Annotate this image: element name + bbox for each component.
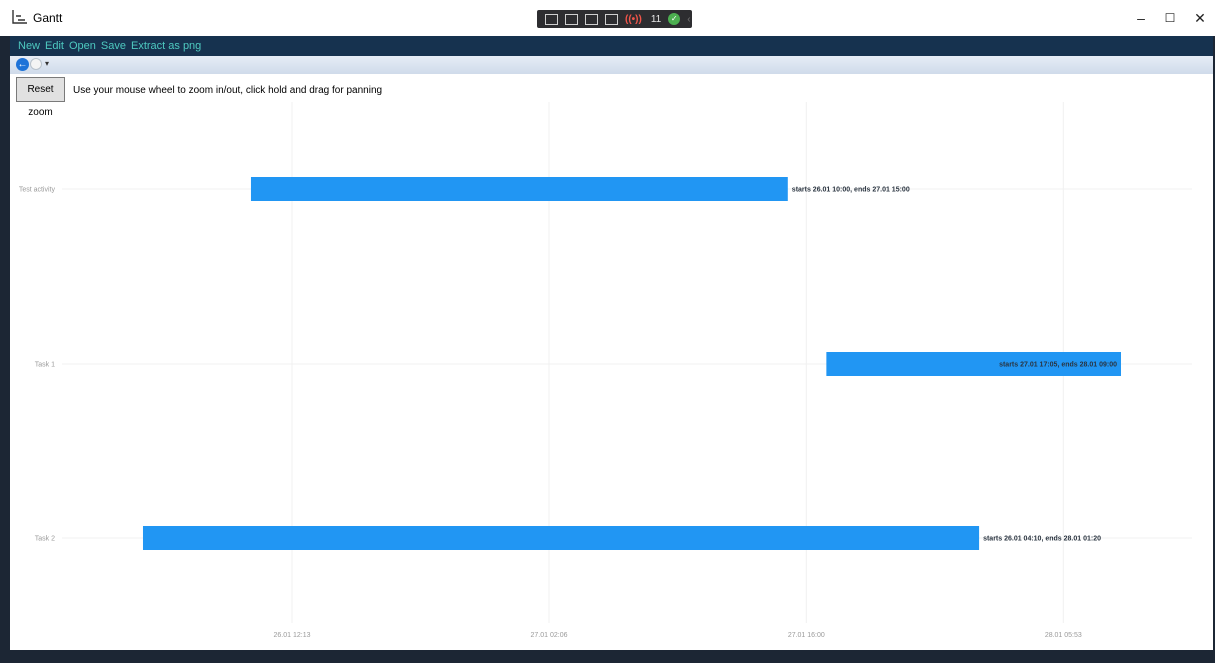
- menu-edit[interactable]: Edit: [45, 40, 64, 52]
- menu-extract-as-png[interactable]: Extract as png: [131, 40, 201, 52]
- navigation-history-chevron-down-icon[interactable]: ▾: [45, 59, 49, 68]
- minimize-button[interactable]: –: [1131, 10, 1151, 26]
- menu-bar: New Edit Open Save Extract as png: [10, 36, 1213, 56]
- task-data-label: starts 26.01 10:00, ends 27.01 15:00: [792, 187, 910, 194]
- window-title: Gantt: [33, 11, 63, 25]
- binding-failures-icon[interactable]: ((•)): [625, 14, 642, 25]
- hot-reload-status-icon[interactable]: ✓: [668, 13, 681, 25]
- select-element-icon[interactable]: [565, 13, 578, 25]
- task-name-label: Task 1: [35, 362, 55, 369]
- x-tick-label: 27.01 16:00: [788, 632, 825, 639]
- menu-open[interactable]: Open: [69, 40, 96, 52]
- x-tick-label: 27.01 02:06: [531, 632, 568, 639]
- menu-new[interactable]: New: [18, 40, 40, 52]
- binding-failures-count: 11: [650, 13, 662, 25]
- content-area: Reset zoom Use your mouse wheel to zoom …: [10, 74, 1213, 650]
- debug-toolbar: ((•)) 11 ✓ ‹: [537, 10, 692, 28]
- task-bar[interactable]: [250, 177, 788, 201]
- live-tree-icon[interactable]: [545, 13, 558, 25]
- x-tick-label: 28.01 05:53: [1045, 632, 1082, 639]
- close-button[interactable]: ✕: [1190, 10, 1210, 26]
- x-tick-label: 26.01 12:13: [274, 632, 311, 639]
- task-name-label: Task 2: [35, 536, 55, 543]
- gantt-app-icon: [12, 10, 27, 24]
- display-layout-adorners-icon[interactable]: [585, 13, 598, 25]
- menu-save[interactable]: Save: [101, 40, 126, 52]
- title-bar: Gantt ((•)) 11 ✓ ‹ – ☐ ✕: [0, 0, 1215, 36]
- task-data-label: starts 26.01 04:10, ends 28.01 01:20: [983, 536, 1101, 543]
- track-focus-icon[interactable]: [605, 13, 618, 25]
- task-bar[interactable]: [142, 526, 980, 550]
- gantt-chart[interactable]: 26.01 12:13 27.01 02:06 27.01 16:00 28.01 0…: [10, 74, 1213, 650]
- maximize-button[interactable]: ☐: [1160, 10, 1180, 26]
- navigation-strip: ← ▾: [10, 56, 1213, 74]
- task-name-label: Test activity: [19, 187, 56, 194]
- collapse-toolbar-icon[interactable]: ‹: [687, 14, 690, 25]
- forward-arrow-icon[interactable]: [30, 58, 42, 70]
- task-data-label: starts 27.01 17:05, ends 28.01 09:00: [999, 362, 1117, 369]
- back-arrow-icon[interactable]: ←: [16, 58, 29, 71]
